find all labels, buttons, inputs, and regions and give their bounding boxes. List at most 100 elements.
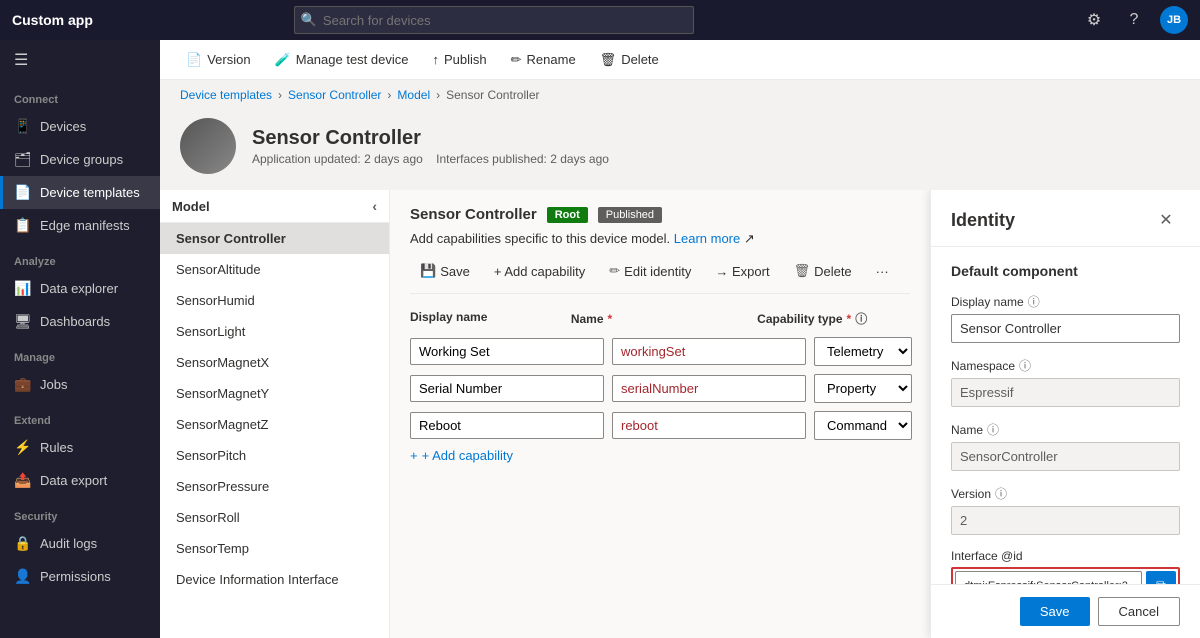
identity-save-button[interactable]: Save: [1020, 597, 1090, 626]
delete-label: Delete: [621, 52, 659, 67]
tree-item-sensor-magnetz[interactable]: SensorMagnetZ: [160, 409, 389, 440]
tree-item-sensor-altitude[interactable]: SensorAltitude: [160, 254, 389, 285]
type-select-1[interactable]: Telemetry Property Command: [814, 374, 912, 403]
device-avatar-image: [180, 118, 236, 174]
tree-item-sensor-temp[interactable]: SensorTemp: [160, 533, 389, 564]
rename-label: Rename: [527, 52, 576, 67]
type-select-2[interactable]: Telemetry Property Command: [814, 411, 912, 440]
manage-test-device-label: Manage test device: [296, 52, 409, 67]
device-info: Sensor Controller Application updated: 2…: [252, 127, 609, 166]
panel-title: Sensor Controller: [410, 206, 537, 223]
help-icon[interactable]: ?: [1120, 6, 1148, 34]
sidebar-item-jobs[interactable]: 💼 Jobs: [0, 368, 160, 401]
sidebar-label-devices: Devices: [40, 119, 86, 134]
more-button[interactable]: ···: [866, 260, 899, 283]
tree-panel-title: Model: [172, 199, 210, 214]
capability-type-info-icon[interactable]: ⓘ: [855, 310, 867, 327]
tree-item-sensor-humid[interactable]: SensorHumid: [160, 285, 389, 316]
export-button[interactable]: → Export: [705, 260, 779, 283]
edit-identity-label: Edit identity: [624, 264, 691, 279]
sidebar-item-device-groups[interactable]: 🗂 Device groups: [0, 143, 160, 176]
delete-cap-button[interactable]: 🗑 Delete: [784, 259, 862, 283]
name-field[interactable]: [951, 442, 1180, 471]
save-cap-button[interactable]: 💾 Save: [410, 259, 480, 283]
identity-header: Identity ✕: [931, 190, 1200, 247]
search-input[interactable]: [294, 6, 694, 34]
breadcrumb-current: Sensor Controller: [446, 88, 539, 102]
search-bar: 🔍: [294, 6, 694, 34]
device-avatar: [180, 118, 236, 174]
avatar[interactable]: JB: [1160, 6, 1188, 34]
app-title: Custom app: [12, 12, 93, 28]
sidebar-item-data-explorer[interactable]: 📊 Data explorer: [0, 272, 160, 305]
publish-button[interactable]: ↑ Publish: [422, 48, 496, 71]
sidebar-item-edge-manifests[interactable]: 📋 Edge manifests: [0, 209, 160, 242]
type-select-0[interactable]: Telemetry Property Command: [814, 337, 912, 366]
main-layout: ☰ Connect 📱 Devices 🗂 Device groups 📄 De…: [0, 40, 1200, 638]
manage-test-device-button[interactable]: 🧪 Manage test device: [265, 48, 419, 72]
tree-item-sensor-magnetx[interactable]: SensorMagnetX: [160, 347, 389, 378]
edge-manifests-icon: 📋: [14, 217, 30, 234]
version-field[interactable]: [951, 506, 1180, 535]
add-capability-button[interactable]: + Add capability: [484, 260, 595, 283]
sidebar-item-dashboards[interactable]: 🖥 Dashboards: [0, 305, 160, 338]
display-name-input-2[interactable]: [410, 412, 604, 439]
name-input-0[interactable]: [612, 338, 806, 365]
sidebar-label-device-groups: Device groups: [40, 152, 123, 167]
tree-item-sensor-roll[interactable]: SensorRoll: [160, 502, 389, 533]
name-input-1[interactable]: [612, 375, 806, 402]
tree-item-sensor-pressure[interactable]: SensorPressure: [160, 471, 389, 502]
sidebar-item-audit-logs[interactable]: 🔒 Audit logs: [0, 527, 160, 560]
version-info-icon[interactable]: ⓘ: [995, 485, 1007, 502]
copy-interface-id-button[interactable]: ⧉: [1146, 571, 1176, 584]
display-name-field[interactable]: [951, 314, 1180, 343]
identity-cancel-button[interactable]: Cancel: [1098, 597, 1180, 626]
namespace-field[interactable]: [951, 378, 1180, 407]
device-header: Sensor Controller Application updated: 2…: [160, 110, 1200, 190]
content-area: 📄 Version 🧪 Manage test device ↑ Publish…: [160, 40, 1200, 638]
tree-item-device-info-interface[interactable]: Device Information Interface: [160, 564, 389, 595]
edit-identity-button[interactable]: ✏ Edit identity: [599, 259, 701, 283]
tree-item-sensor-light[interactable]: SensorLight: [160, 316, 389, 347]
table-row: Telemetry Property Command: [410, 337, 910, 366]
version-label: Version: [207, 52, 250, 67]
display-name-input-0[interactable]: [410, 338, 604, 365]
hamburger-icon[interactable]: ☰: [0, 40, 160, 80]
type-required-indicator: *: [847, 312, 852, 326]
name-info-icon[interactable]: ⓘ: [987, 421, 999, 438]
panel-header: Sensor Controller Root Published: [410, 206, 910, 223]
breadcrumb-model[interactable]: Model: [397, 88, 430, 102]
collapse-tree-button[interactable]: ‹: [372, 198, 377, 214]
display-name-info-icon[interactable]: ⓘ: [1028, 293, 1040, 310]
rename-button[interactable]: ✏ Rename: [501, 48, 586, 72]
sidebar-item-data-export[interactable]: 📤 Data export: [0, 464, 160, 497]
tree-item-sensor-magnety[interactable]: SensorMagnetY: [160, 378, 389, 409]
version-button[interactable]: 📄 Version: [176, 48, 261, 72]
cap-table-header: Display name Name * Capability type * ⓘ: [410, 306, 910, 331]
add-capability-link[interactable]: + + Add capability: [410, 448, 910, 463]
search-icon: 🔍: [301, 12, 317, 28]
delete-cap-icon: 🗑: [794, 263, 811, 279]
breadcrumb-device-templates[interactable]: Device templates: [180, 88, 272, 102]
tree-item-sensor-pitch[interactable]: SensorPitch: [160, 440, 389, 471]
save-cap-label: Save: [440, 264, 470, 279]
settings-icon[interactable]: ⚙: [1080, 6, 1108, 34]
learn-more-link[interactable]: Learn more: [674, 231, 740, 246]
display-name-input-1[interactable]: [410, 375, 604, 402]
sidebar-item-permissions[interactable]: 👤 Permissions: [0, 560, 160, 593]
namespace-info-icon[interactable]: ⓘ: [1019, 357, 1031, 374]
sidebar-item-device-templates[interactable]: 📄 Device templates: [0, 176, 160, 209]
sidebar-item-devices[interactable]: 📱 Devices: [0, 110, 160, 143]
breadcrumb-sensor-controller[interactable]: Sensor Controller: [288, 88, 381, 102]
sidebar-label-edge-manifests: Edge manifests: [40, 218, 130, 233]
device-templates-icon: 📄: [14, 184, 30, 201]
identity-close-button[interactable]: ✕: [1152, 206, 1180, 234]
interface-id-label: Interface @id: [951, 549, 1180, 563]
sidebar-item-rules[interactable]: ⚡ Rules: [0, 431, 160, 464]
tree-item-sensor-controller[interactable]: Sensor Controller: [160, 223, 389, 254]
panel-description: Add capabilities specific to this device…: [410, 231, 910, 247]
name-input-2[interactable]: [612, 412, 806, 439]
display-name-label: Display name ⓘ: [951, 293, 1180, 310]
interface-id-input[interactable]: [955, 571, 1142, 584]
delete-button[interactable]: 🗑 Delete: [590, 48, 669, 72]
